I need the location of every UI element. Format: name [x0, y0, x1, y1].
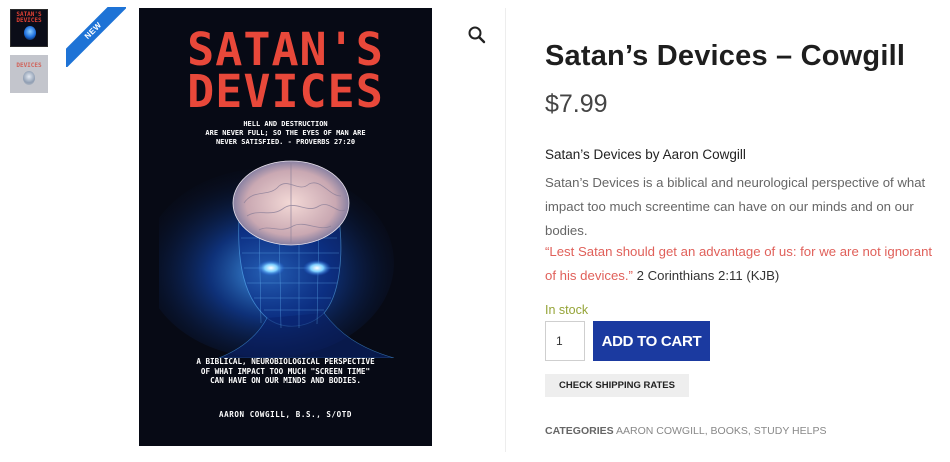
cover-description-line3: CAN HAVE ON OUR MINDS AND BODIES. [210, 376, 361, 385]
cover-wireframe-head-illustration [159, 160, 395, 358]
product-quote: “Lest Satan should get an advantage of u… [545, 240, 945, 288]
cover-title-line2: DEVICES [187, 65, 384, 118]
product-price: $7.99 [545, 90, 608, 118]
stock-status: In stock [545, 303, 589, 317]
thumbnail-2[interactable]: DEVICES [10, 55, 48, 93]
cover-verse: HELL AND DESTRUCTION ARE NEVER FULL; SO … [159, 120, 412, 147]
search-icon-glyph [468, 26, 486, 44]
cover-description-line2: OF WHAT IMPACT TOO MUCH "SCREEN TIME" [200, 366, 371, 376]
quantity-input[interactable] [545, 321, 585, 361]
thumbnail-1-head [24, 26, 36, 40]
product-categories: CATEGORIES AARON COWGILL, BOOKS, STUDY H… [545, 425, 827, 437]
cover-description: A BIBLICAL, NEUROBIOLOGICAL PERSPECTIVE … [175, 357, 396, 386]
thumbnail-2-title: DEVICES [16, 62, 42, 69]
product-image[interactable]: SATAN'S DEVICES HELL AND DESTRUCTION ARE… [139, 8, 432, 446]
new-badge-wrap: NEW [66, 7, 126, 67]
thumbnail-2-head [23, 71, 35, 85]
check-shipping-rates-button[interactable]: CHECK SHIPPING RATES [545, 374, 689, 397]
add-to-cart-button[interactable]: ADD TO CART [593, 321, 710, 361]
thumbnail-1[interactable]: SATAN'S DEVICES [10, 9, 48, 47]
category-link-aaron-cowgill[interactable]: AARON COWGILL [616, 425, 705, 437]
product-title: Satan’s Devices – Cowgill [545, 40, 906, 72]
column-divider [505, 8, 506, 452]
search-icon[interactable] [466, 24, 488, 46]
category-link-study-helps[interactable]: STUDY HELPS [754, 425, 827, 437]
cover-description-line1: A BIBLICAL, NEUROBIOLOGICAL PERSPECTIVE [196, 357, 375, 366]
cover-verse-line2: ARE NEVER FULL; SO THE EYES OF MAN ARE [205, 129, 366, 137]
categories-label: CATEGORIES [545, 425, 614, 437]
cover-author: AARON COWGILL, B.S., S/OTD [219, 410, 352, 419]
cover-verse-line3: NEVER SATISFIED. - PROVERBS 27:20 [215, 138, 356, 146]
category-link-books[interactable]: BOOKS [711, 425, 748, 437]
product-byline: Satan’s Devices by Aaron Cowgill [545, 147, 746, 162]
new-badge: NEW [66, 7, 126, 67]
cover-verse-line1: HELL AND DESTRUCTION [243, 120, 328, 128]
quote-reference: 2 Corinthians 2:11 (KJB) [632, 268, 780, 283]
thumbnail-1-title: SATAN'S DEVICES [16, 11, 42, 24]
product-description: Satan’s Devices is a biblical and neurol… [545, 175, 926, 238]
